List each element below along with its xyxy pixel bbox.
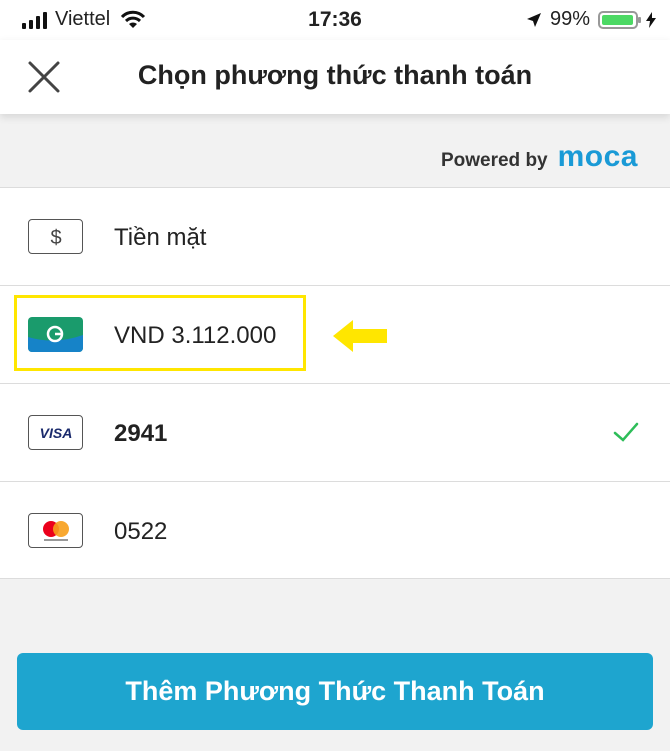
payment-method-mastercard[interactable]: 0522 [0,481,670,579]
visa-icon: VISA [28,415,83,450]
payment-method-label: 0522 [114,518,168,545]
cash-icon: $ [28,219,83,254]
svg-text:VISA: VISA [39,425,72,441]
powered-by-label: Powered by [440,150,548,171]
location-arrow-icon [526,12,541,27]
charging-icon [646,11,656,28]
payment-method-label: Tiền mặt [114,224,207,251]
payment-method-list: $ Tiền mặt VND 3.112.000 VISA 2941 0522 [0,187,670,579]
add-payment-method-button[interactable]: Thêm Phương Thức Thanh Toán [17,653,653,730]
battery-percent: 99% [549,8,590,30]
payment-method-cash[interactable]: $ Tiền mặt [0,187,670,285]
payment-method-label: 2941 [114,420,168,447]
mastercard-icon [28,513,83,548]
powered-by-banner: Powered by moca [0,114,670,187]
battery-icon [598,10,641,29]
moca-logo: moca [557,140,638,173]
status-bar: Viettel 17:36 99% [0,0,670,40]
checkmark-icon [613,422,639,442]
app-header: Chọn phương thức thanh toán [0,40,670,114]
highlight-box [14,295,306,371]
page-title: Chọn phương thức thanh toán [137,60,533,90]
arrow-left-icon [333,320,387,352]
svg-text:$: $ [50,227,61,249]
payment-method-visa[interactable]: VISA 2941 [0,383,670,481]
